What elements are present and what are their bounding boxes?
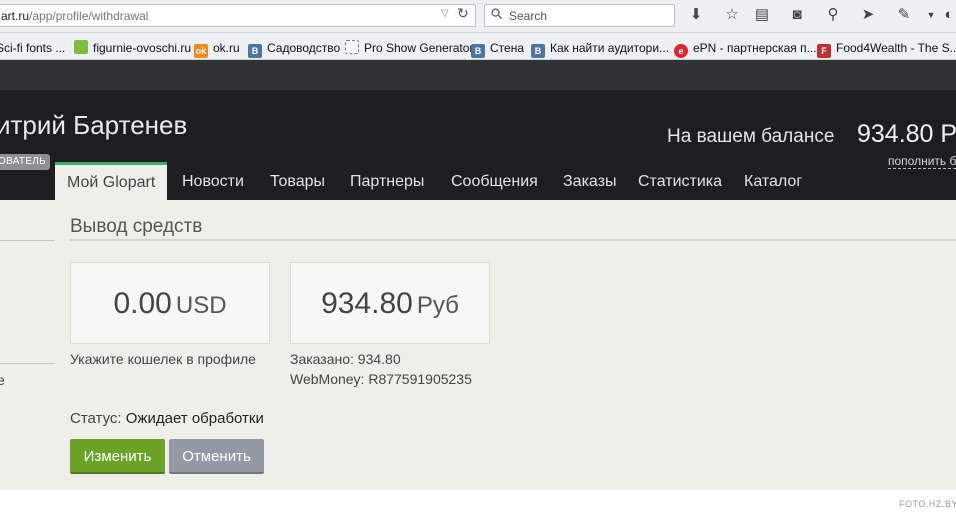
site-top-strip [0, 60, 956, 90]
title-divider [70, 239, 956, 241]
search-placeholder: Search [509, 9, 548, 23]
tab-products[interactable]: Товары [270, 162, 325, 200]
browser-toolbar: art.ru/app/profile/withdrawal ▽ ↻ Search… [0, 0, 956, 33]
status-row: Статус: Ожидает обработки [70, 410, 264, 427]
balance-label: На вашем балансе [667, 126, 835, 147]
bookmark-item[interactable]: B Садоводство [248, 40, 341, 58]
bookmark-label: Sci-fi fonts ... [0, 41, 66, 55]
bookmark-item[interactable]: ok ok.ru [194, 40, 240, 58]
webmoney-wallet: WebMoney: R877591905235 [290, 371, 472, 387]
balance-value: 934.80 Ру [857, 120, 956, 148]
cancel-button[interactable]: Отменить [169, 439, 264, 474]
tab-statistics[interactable]: Статистика [638, 162, 722, 200]
reload-icon[interactable]: ↻ [457, 5, 469, 22]
bookmark-item[interactable]: B Стена [471, 40, 525, 58]
pocket-icon[interactable]: ◙ [788, 6, 806, 24]
tab-news[interactable]: Новости [182, 162, 244, 200]
rub-currency: Руб [416, 292, 459, 319]
menu-icon[interactable]: ◐ [940, 6, 956, 24]
bookmark-label: ok.ru [213, 41, 240, 55]
url-host: art.ru [1, 9, 30, 23]
main-content: е Вывод средств 0.00 USD 934.80 Руб Укажит… [0, 200, 956, 490]
rub-amount: 934.80 [321, 287, 413, 320]
bookmark-label: ePN - партнерская п... [693, 41, 817, 55]
url-path: /app/profile/withdrawal [29, 9, 149, 23]
change-button[interactable]: Изменить [70, 439, 165, 474]
blank-page-icon [345, 40, 359, 54]
bookmark-label: Садоводство [267, 41, 341, 55]
bookmark-label: Стена [490, 41, 525, 55]
bookmark-item[interactable]: B Как найти аудитори... [531, 40, 670, 58]
bookmark-item[interactable]: Pro Show Generator [345, 40, 473, 56]
search-icon [491, 8, 502, 19]
epn-icon: e [674, 44, 688, 58]
vk-icon: B [248, 44, 262, 58]
usd-amount: 0.00 [113, 287, 172, 320]
food-icon: F [817, 44, 831, 58]
bookmark-label: Pro Show Generator [364, 41, 474, 55]
page-title: Вывод средств [70, 216, 203, 237]
tab-partners[interactable]: Партнеры [350, 162, 424, 200]
tab-my-glopart[interactable]: Мой Glopart [55, 162, 168, 200]
tab-catalog[interactable]: Каталог [744, 162, 802, 200]
tab-messages[interactable]: Сообщения [451, 162, 538, 200]
send-icon[interactable]: ➤ [859, 6, 877, 24]
search-input[interactable]: Search [484, 4, 675, 27]
vk-icon: B [531, 44, 545, 58]
chevron-down-icon[interactable]: ▼ [922, 6, 940, 24]
extension-icon[interactable]: ⚲ [824, 6, 842, 24]
url-dropdown-icon[interactable]: ▽ [441, 8, 449, 19]
reading-list-icon[interactable]: ▤ [753, 6, 771, 24]
status-value: Ожидает обработки [125, 410, 264, 427]
user-name: итрий Бартенев [0, 110, 188, 140]
bookmark-item[interactable]: figurnie-ovoschi.ru [74, 40, 191, 56]
watermark: FOTO.HZ.BY [899, 499, 956, 509]
usd-balance-card: 0.00 USD [70, 262, 270, 344]
bookmark-label: Как найти аудитори... [550, 41, 670, 55]
site-header: итрий Бартенев ОВАТЕЛЬ На вашем балансе … [0, 90, 956, 200]
rub-balance-card: 934.80 Руб [290, 262, 490, 344]
ordered-amount: Заказано: 934.80 [290, 351, 401, 367]
sidebar-divider [0, 240, 55, 241]
user-role-badge: ОВАТЕЛЬ [0, 154, 51, 170]
bookmark-label: Food4Wealth - The S... [836, 41, 956, 55]
download-icon[interactable]: ⬇ [687, 6, 705, 24]
ok-icon: ok [194, 44, 208, 58]
vk-icon: B [471, 44, 485, 58]
plant-icon [74, 40, 88, 54]
url-bar[interactable]: art.ru/app/profile/withdrawal [0, 4, 476, 27]
tab-orders[interactable]: Заказы [563, 162, 616, 200]
bookmark-star-icon[interactable]: ☆ [723, 6, 741, 24]
dropper-icon[interactable]: ✎ [895, 6, 913, 24]
usd-currency: USD [175, 292, 227, 319]
usd-wallet-note: Укажите кошелек в профиле [70, 351, 256, 367]
bookmark-item[interactable]: Sci-fi fonts ... [0, 40, 65, 56]
bookmarks-bar: Sci-fi fonts ... figurnie-ovoschi.ru ok o… [0, 33, 956, 60]
sidebar-divider [0, 363, 55, 364]
status-label: Статус: [70, 410, 122, 427]
bookmark-label: figurnie-ovoschi.ru [93, 41, 192, 55]
topup-link[interactable]: пополнить б [888, 154, 956, 169]
sidebar-item-label[interactable]: е [0, 372, 5, 388]
bookmark-item[interactable]: F Food4Wealth - The S... [817, 40, 956, 58]
bookmark-item[interactable]: e ePN - партнерская п... [674, 40, 817, 58]
